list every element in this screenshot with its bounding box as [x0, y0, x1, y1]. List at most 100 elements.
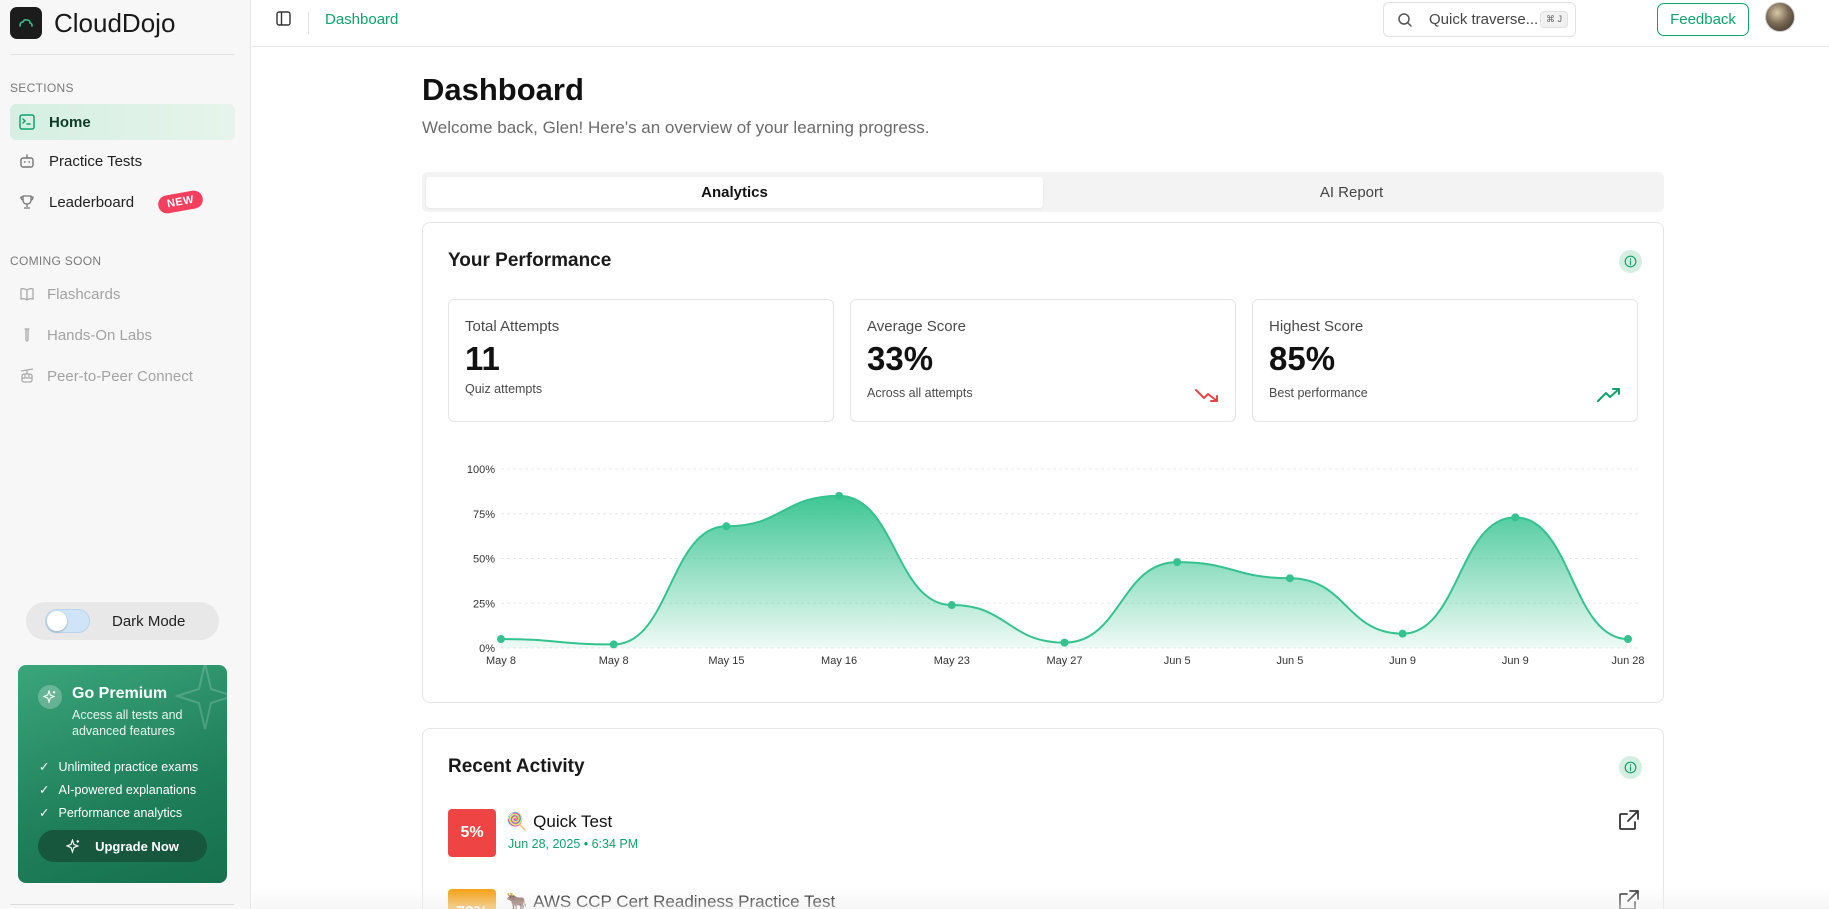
performance-card: Your Performance Total Attempts 11 Quiz …: [422, 222, 1664, 703]
sparkles-icon: [38, 685, 62, 709]
premium-header: Go Premium Access all tests and advanced…: [38, 685, 202, 739]
score-badge: 5%: [448, 809, 496, 857]
chart-area: [501, 495, 1628, 648]
recent-activity-title: Recent Activity: [448, 756, 585, 777]
tab-ai-report[interactable]: AI Report: [1043, 177, 1660, 208]
x-tick-label: Jun 5: [1276, 655, 1303, 667]
x-tick-label: May 8: [599, 655, 629, 667]
dark-mode-toggle[interactable]: [45, 609, 90, 633]
x-tick-label: May 27: [1046, 655, 1082, 667]
tab-analytics[interactable]: Analytics: [426, 177, 1043, 208]
sidebar-item-home[interactable]: Home: [10, 104, 235, 140]
sidebar-item-label: Hands-On Labs: [47, 326, 153, 344]
dark-mode-toggle-row: Dark Mode: [26, 602, 219, 640]
premium-feature: ✓ AI-powered explanations: [39, 778, 198, 801]
activity-title: 🐂 AWS CCP Cert Readiness Practice Test: [506, 892, 835, 909]
chart-point: [1173, 558, 1182, 567]
external-link-icon[interactable]: [1618, 809, 1640, 831]
page-subtitle: Welcome back, Glen! Here's an overview o…: [422, 118, 930, 137]
feedback-button[interactable]: Feedback: [1657, 3, 1749, 36]
stat-desc: Across all attempts: [867, 386, 973, 400]
search-placeholder: Quick traverse...: [1429, 11, 1539, 28]
x-tick-label: May 15: [708, 655, 744, 667]
stat-label: Average Score: [867, 318, 966, 335]
external-link-icon[interactable]: [1618, 889, 1640, 909]
test-tube-icon: [24, 328, 30, 342]
activity-date: Jun 28, 2025 • 6:34 PM: [508, 837, 639, 851]
quick-traverse-search[interactable]: Quick traverse... ⌘ J: [1383, 2, 1576, 37]
premium-title: Go Premium: [72, 685, 168, 702]
brand[interactable]: CloudDojo: [10, 6, 175, 40]
activity-item[interactable]: 5% 🍭 Quick Test Jun 28, 2025 • 6:34 PM: [448, 809, 1640, 859]
trending-down-icon: [1195, 389, 1218, 402]
sidebar-item-label: Peer-to-Peer Connect: [47, 367, 193, 385]
chart-point: [1060, 638, 1069, 647]
recent-activity-card: Recent Activity 5% 🍭 Quick Test Jun 28, …: [422, 728, 1664, 909]
brand-name: CloudDojo: [54, 7, 176, 38]
chart-point: [835, 491, 844, 500]
sections-label: SECTIONS: [10, 81, 74, 95]
stat-label: Highest Score: [1269, 318, 1364, 335]
avatar[interactable]: [1765, 2, 1795, 32]
sidebar-item-practice-tests[interactable]: Practice Tests: [10, 143, 235, 179]
sidebar-item-label: Practice Tests: [49, 152, 143, 170]
panel-left-icon: [276, 11, 291, 26]
x-tick-label: Jun 9: [1389, 655, 1416, 667]
feature-label: Unlimited practice exams: [58, 759, 199, 774]
activity-title: 🍭 Quick Test: [506, 812, 612, 832]
info-icon[interactable]: [1619, 250, 1642, 273]
bull-emoji-icon: 🐂: [506, 892, 528, 909]
new-badge: NEW: [156, 189, 205, 215]
premium-feature: ✓ Performance analytics: [39, 801, 198, 824]
cloud-logo-icon: [10, 7, 42, 39]
sidebar-item-label: Flashcards: [47, 285, 121, 303]
x-tick-label: May 23: [934, 655, 970, 667]
premium-subtitle: Access all tests and advanced features: [72, 708, 183, 738]
stat-desc: Best performance: [1269, 386, 1368, 400]
coming-soon-label: COMING SOON: [10, 254, 102, 268]
book-open-icon: [20, 288, 34, 301]
activity-title-text: AWS CCP Cert Readiness Practice Test: [533, 892, 836, 909]
toggle-knob: [47, 611, 67, 631]
premium-feature: ✓ Unlimited practice exams: [39, 755, 198, 778]
check-icon: ✓: [39, 806, 50, 820]
sidebar-item-label: Home: [49, 113, 91, 131]
performance-chart: 100%75%50%25%0%May 8 May 8 May 15 May 16 May…: [467, 464, 1645, 667]
sidebar-item-flashcards: Flashcards: [10, 276, 235, 312]
sidebar-item-label: Leaderboard: [49, 193, 135, 211]
robot-icon: [20, 154, 34, 168]
breadcrumb[interactable]: Dashboard: [325, 11, 398, 28]
divider: [10, 54, 234, 55]
dark-mode-label: Dark Mode: [112, 612, 186, 630]
chart-point: [609, 640, 618, 649]
sidebar-toggle-button[interactable]: [276, 11, 291, 31]
info-icon[interactable]: [1619, 756, 1642, 779]
chart-point: [1511, 513, 1520, 522]
sidebar-item-leaderboard[interactable]: Leaderboard NEW: [10, 184, 235, 220]
stat-total-attempts: Total Attempts 11 Quiz attempts: [448, 299, 834, 422]
search-icon: [1398, 12, 1412, 27]
feature-label: AI-powered explanations: [58, 782, 197, 797]
stat-average-score: Average Score 33% Across all attempts: [850, 299, 1236, 422]
check-icon: ✓: [39, 760, 50, 774]
stat-value: 33%: [867, 340, 934, 377]
cable-car-icon: [20, 368, 34, 383]
sidebar: CloudDojo SECTIONS Home Practice Tests L…: [0, 0, 251, 909]
stat-value: 85%: [1269, 340, 1336, 377]
chart-point: [1624, 635, 1632, 644]
activity-title-text: Quick Test: [533, 812, 613, 831]
stat-label: Total Attempts: [465, 318, 560, 335]
premium-card: Go Premium Access all tests and advanced…: [18, 665, 227, 883]
tab-list: Analytics AI Report: [422, 172, 1664, 212]
chart-point: [947, 601, 956, 610]
chart-point: [722, 522, 731, 531]
upgrade-now-button[interactable]: Upgrade Now: [38, 830, 207, 862]
trophy-icon: [20, 195, 34, 209]
home-icon: [19, 114, 35, 130]
y-tick-label: 50%: [473, 554, 495, 566]
chart-point: [1398, 629, 1407, 638]
performance-title: Your Performance: [448, 250, 612, 271]
stat-highest-score: Highest Score 85% Best performance: [1252, 299, 1638, 422]
stat-value: 11: [465, 340, 500, 377]
activity-item[interactable]: 73% 🐂 AWS CCP Cert Readiness Practice Te…: [448, 889, 1640, 909]
